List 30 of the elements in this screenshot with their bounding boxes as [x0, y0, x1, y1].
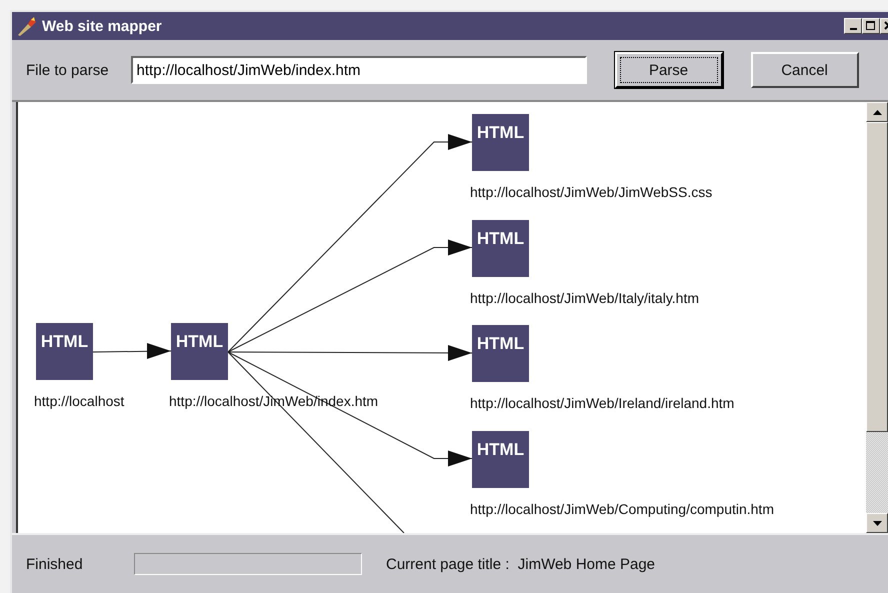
node-label: http://localhost: [34, 393, 124, 409]
status-text: Finished: [26, 556, 84, 572]
html-page-node[interactable]: HTML: [472, 220, 529, 276]
torch-icon: [16, 16, 38, 36]
maximize-button[interactable]: [862, 18, 880, 34]
html-page-node[interactable]: HTML: [36, 323, 93, 380]
page-title-label: Current page title :: [386, 556, 510, 572]
down-arrow-icon: [872, 520, 882, 526]
parse-button[interactable]: Parse: [614, 52, 723, 88]
scroll-down-button[interactable]: [866, 513, 888, 533]
vertical-scrollbar[interactable]: [866, 102, 888, 533]
node-label: http://localhost/JimWeb/Computing/computin.htm: [470, 500, 774, 516]
html-page-node[interactable]: HTML: [472, 114, 529, 171]
node-label: http://localhost/JimWeb/Ireland/ireland.htm: [470, 395, 734, 411]
maximize-icon: [866, 21, 876, 31]
node-label: http://localhost/JimWeb/JimWebSS.css: [470, 184, 712, 200]
html-page-node[interactable]: HTML: [472, 325, 529, 382]
scroll-up-button[interactable]: [866, 102, 888, 122]
minimize-button[interactable]: [844, 18, 862, 34]
up-arrow-icon: [872, 110, 882, 114]
html-page-node[interactable]: HTML: [171, 323, 228, 380]
field-label: File to parse: [26, 62, 109, 78]
window-title: Web site mapper: [42, 18, 163, 34]
minimize-icon: [850, 28, 856, 30]
scrollbar-thumb[interactable]: [866, 122, 888, 432]
html-page-node[interactable]: HTML: [472, 430, 529, 488]
cancel-button[interactable]: Cancel: [750, 52, 859, 88]
page-title-text: JimWeb Home Page: [516, 556, 656, 572]
url-field[interactable]: http://localhost/JimWeb/index.htm: [130, 56, 587, 84]
node-label: http://localhost/JimWeb/Italy/italy.htm: [470, 290, 700, 306]
